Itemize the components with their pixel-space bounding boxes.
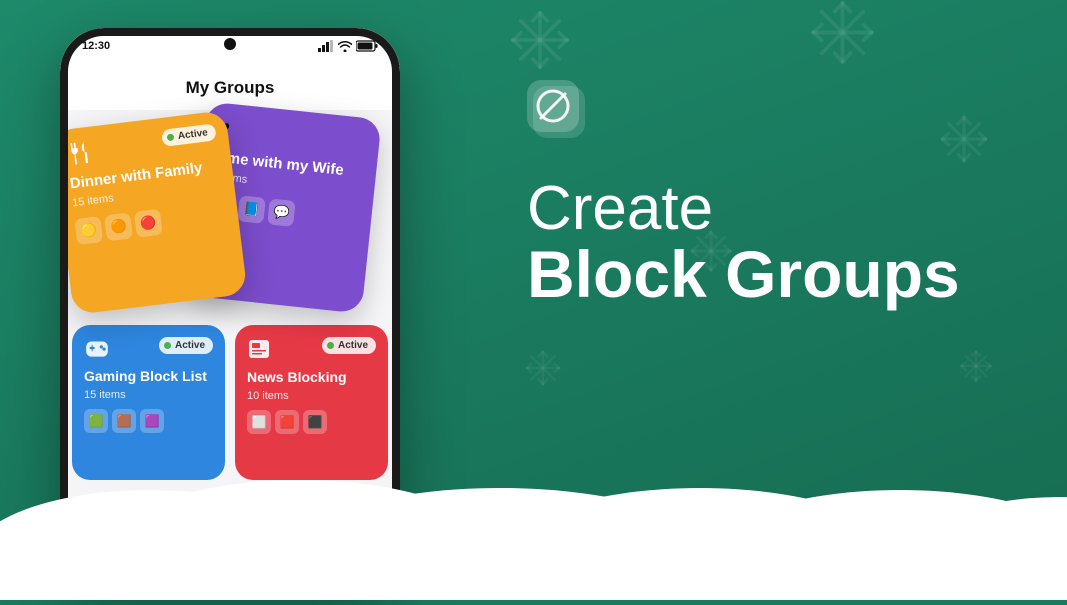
fork-knife-icon — [65, 139, 94, 168]
yellow-card-apps: 🟡 🟠 🔴 — [74, 201, 227, 245]
right-panel: Create Block Groups — [527, 80, 1007, 307]
logo-front-layer — [527, 80, 579, 132]
app-icon: 🟪 — [140, 409, 164, 433]
phone-camera — [224, 38, 236, 50]
battery-icon — [356, 40, 378, 52]
gamepad-icon — [84, 337, 110, 359]
red-card-title: News Blocking — [247, 369, 376, 386]
app-icon: 🟥 — [275, 410, 299, 434]
app-icon: 📘 — [237, 195, 266, 224]
app-icon: 💬 — [267, 198, 296, 227]
app-icon: ⬜ — [247, 410, 271, 434]
red-card-apps: ⬜ 🟥 ⬛ — [247, 410, 376, 434]
app-icon: 🟩 — [84, 409, 108, 433]
app-icon: 🟫 — [112, 409, 136, 433]
blue-card-title: Gaming Block List — [84, 368, 213, 385]
card-yellow: Active Dinner with Family 15 items 🟡 🟠 🔴 — [60, 110, 248, 315]
phone-status-bar: 12:30 — [60, 28, 400, 64]
news-icon — [247, 337, 271, 361]
blue-card-subtitle: 15 items — [84, 389, 213, 401]
wifi-icon — [338, 40, 352, 52]
signal-icon — [318, 40, 334, 52]
bottom-cards-grid: Active Gaming Block List 15 items 🟩 🟫 🟪 — [60, 325, 400, 480]
card-blue: Active Gaming Block List 15 items 🟩 🟫 🟪 — [72, 325, 225, 480]
block-icon — [536, 89, 570, 123]
active-dot — [327, 342, 334, 349]
logo-stacked-icon — [527, 80, 595, 148]
phone-time: 12:30 — [82, 40, 110, 52]
phone-status-right — [318, 40, 378, 52]
headline-create: Create Block Groups — [527, 176, 1007, 307]
card-red: Active News Blocking 10 items ⬜ 🟥 ⬛ — [235, 325, 388, 480]
yellow-card-badge: Active — [161, 123, 217, 146]
bottom-clouds — [0, 480, 1067, 600]
app-icon: 🟠 — [104, 212, 133, 241]
red-card-badge: Active — [322, 337, 376, 354]
blue-card-badge: Active — [159, 337, 213, 354]
app-icon: ⬛ — [303, 410, 327, 434]
active-dot — [167, 133, 175, 141]
app-icon: 🔴 — [134, 209, 163, 238]
app-icon: 🟡 — [74, 216, 103, 245]
headline-block-groups: Block Groups — [527, 241, 1007, 307]
app-logo — [527, 80, 1007, 148]
cloud-svg — [0, 480, 1067, 600]
active-dot — [164, 342, 171, 349]
red-card-subtitle: 10 items — [247, 390, 376, 402]
blue-card-apps: 🟩 🟫 🟪 — [84, 409, 213, 433]
